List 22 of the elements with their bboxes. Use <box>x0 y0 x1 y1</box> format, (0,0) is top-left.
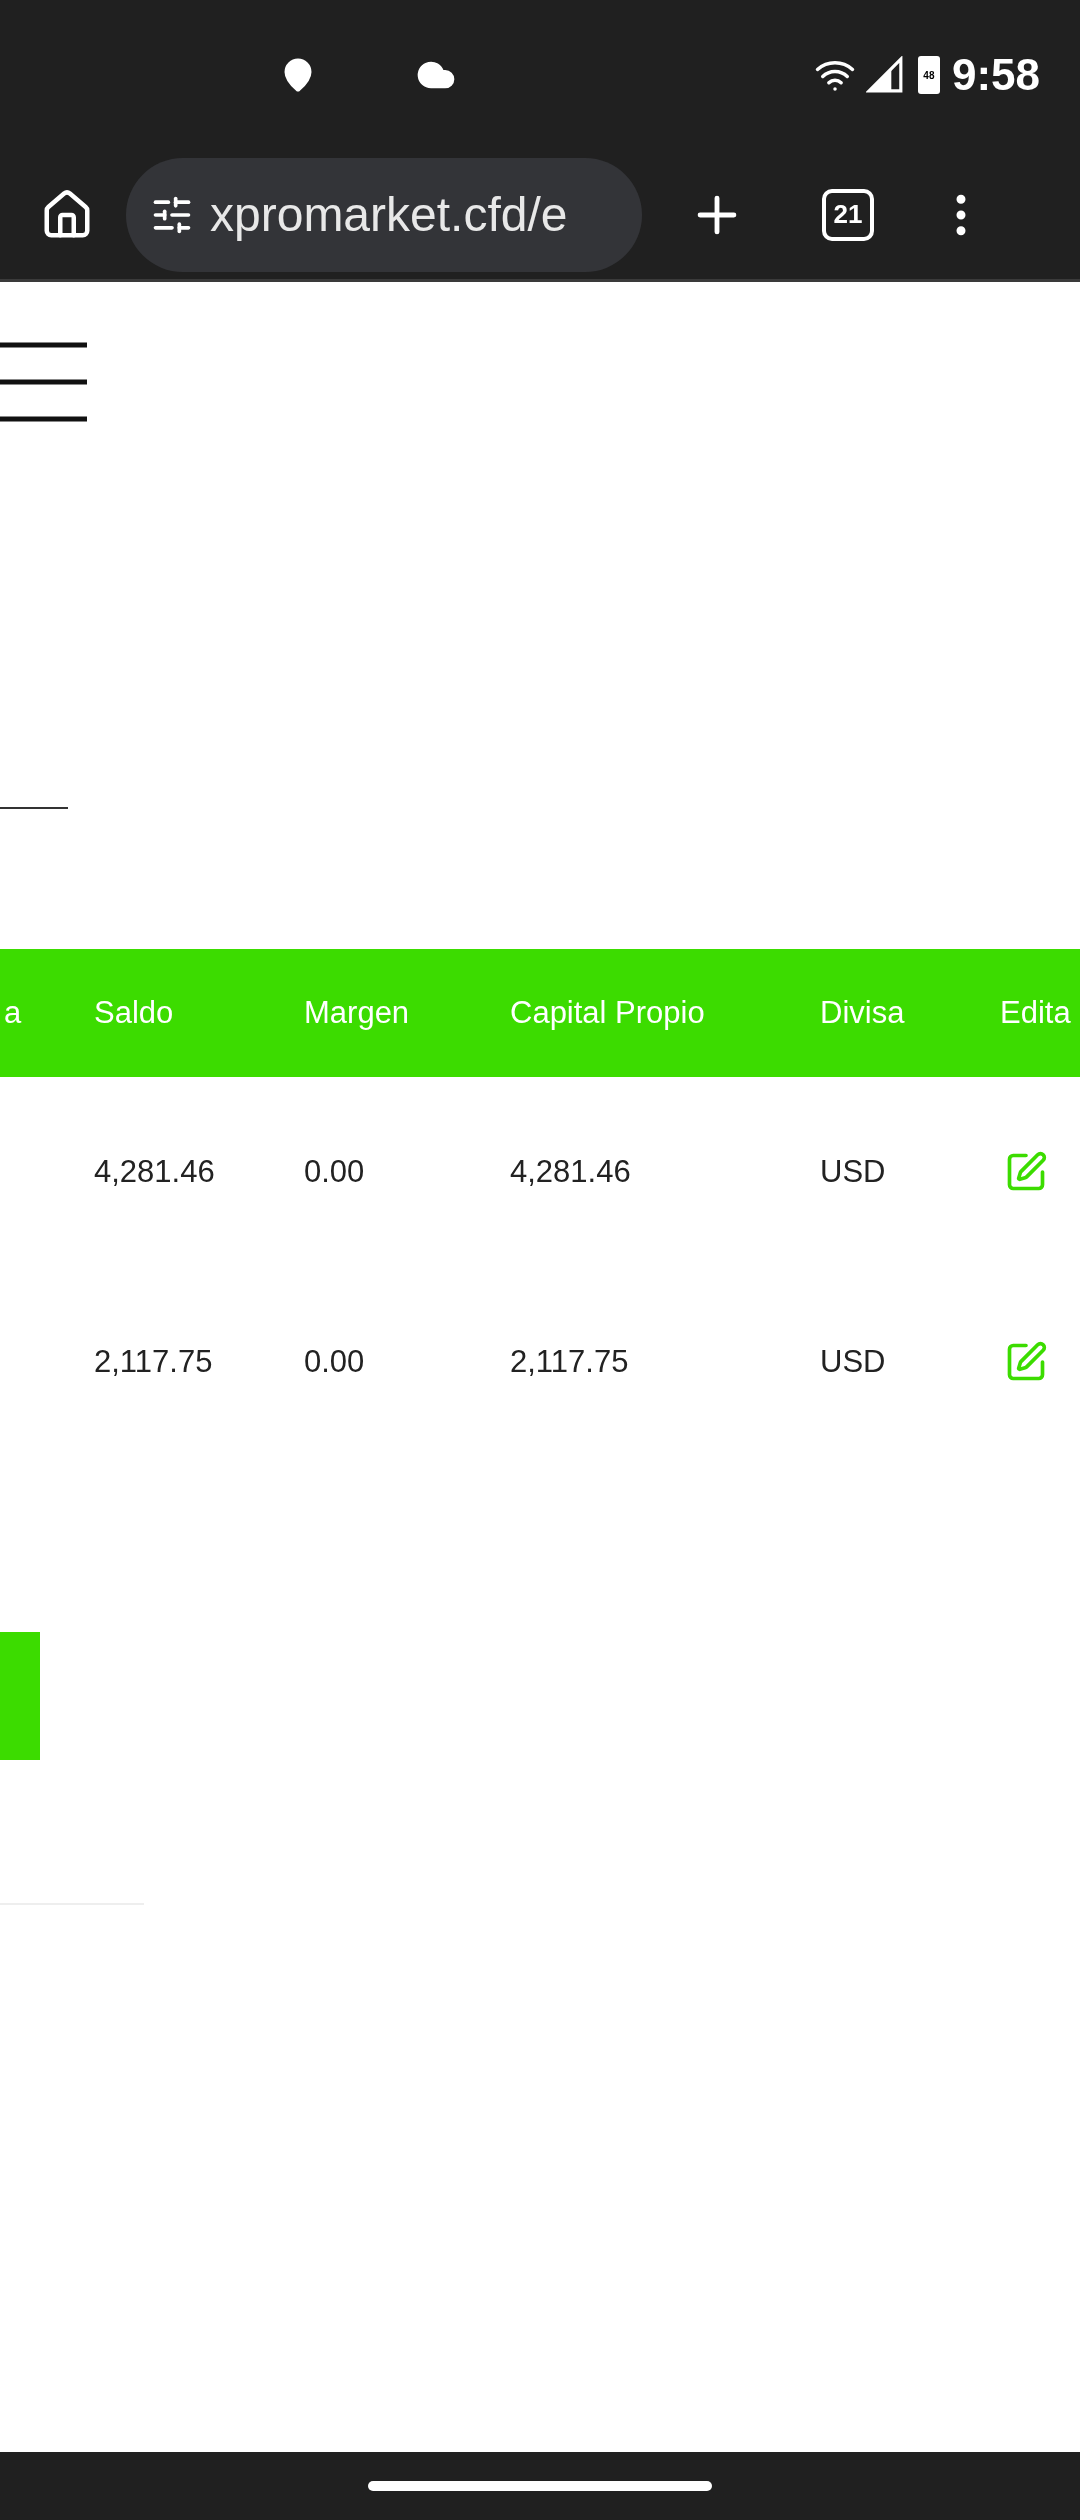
column-header: Capital Propio <box>510 994 705 1030</box>
hamburger-menu-icon[interactable] <box>0 342 87 422</box>
address-bar[interactable]: xpromarket.cfd/e <box>126 157 642 272</box>
table-cell: 0.00 <box>304 1153 365 1189</box>
column-header: Edita <box>1000 994 1071 1030</box>
table-cell: 2,117.75 <box>510 1343 629 1379</box>
tab-count-button[interactable]: 21 <box>822 188 874 241</box>
column-header: Divisa <box>820 994 905 1030</box>
column-header: Margen <box>304 994 410 1030</box>
table-cell: 4,281.46 <box>510 1153 631 1189</box>
table-cell: 4,281.46 <box>94 1153 215 1189</box>
table-cell: 0.00 <box>304 1343 365 1379</box>
clock-time: 9:58 <box>951 49 1040 101</box>
signal-icon <box>865 56 904 94</box>
column-header: a <box>4 994 22 1030</box>
table-cell: USD <box>820 1343 886 1379</box>
home-handle[interactable] <box>368 2481 712 2491</box>
table-cell: USD <box>820 1153 886 1189</box>
battery-icon: 48 <box>917 56 940 94</box>
url-text: xpromarket.cfd/e <box>210 186 568 243</box>
column-header: Saldo <box>94 994 174 1030</box>
table-cell: 2,117.75 <box>94 1343 213 1379</box>
